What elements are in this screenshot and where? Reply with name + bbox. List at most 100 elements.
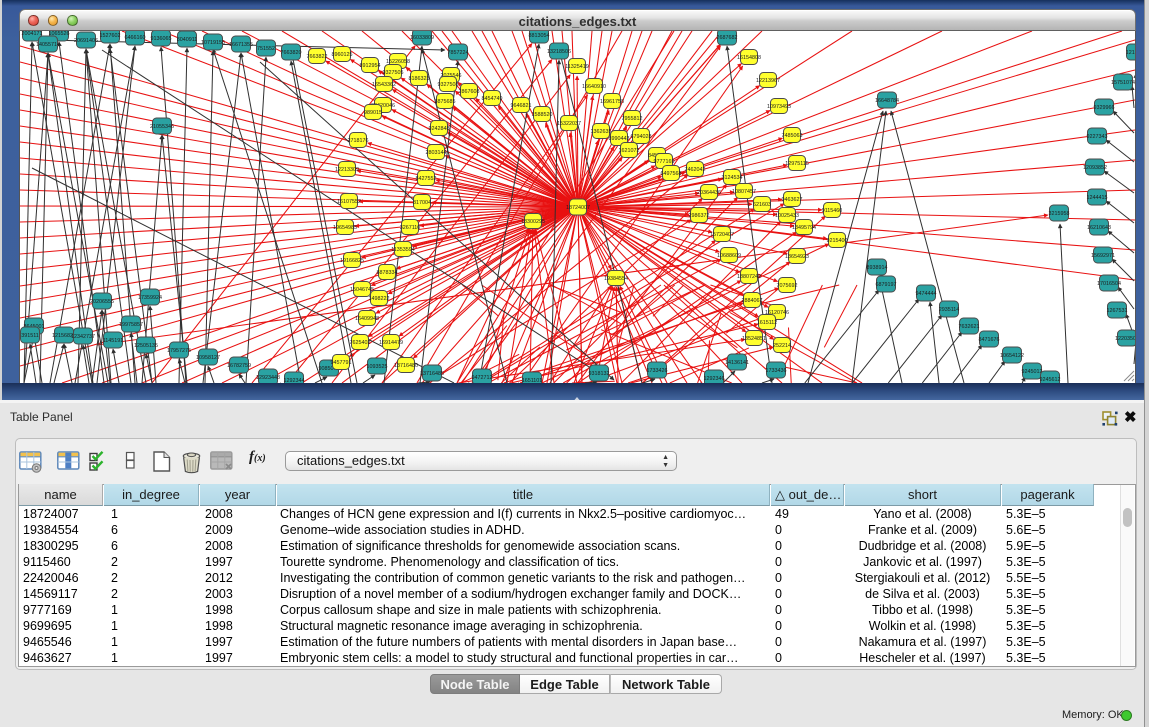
svg-text:1244415: 1244415 [1087,195,1108,201]
svg-text:16782759: 16782759 [227,363,251,369]
svg-text:8813054: 8813054 [529,33,550,39]
svg-text:16640910: 16640910 [582,84,606,90]
svg-text:13716480: 13716480 [394,363,418,369]
svg-text:12213309: 12213309 [335,167,359,173]
svg-text:8960125: 8960125 [332,52,353,58]
svg-text:18300295: 18300295 [521,219,545,225]
svg-text:2803144: 2803144 [426,150,447,156]
svg-text:1267531: 1267531 [1107,308,1128,314]
svg-text:9777169: 9777169 [654,159,675,165]
svg-text:1733436: 1733436 [766,368,787,374]
svg-text:3875685: 3875685 [435,99,456,105]
svg-text:9136065: 9136065 [151,36,172,42]
svg-text:2884067: 2884067 [742,298,763,304]
svg-text:9463627: 9463627 [782,197,803,203]
svg-text:6879197: 6879197 [876,282,897,288]
svg-text:15046745: 15046745 [350,287,374,293]
svg-text:12203504: 12203504 [1115,336,1135,342]
svg-text:8938914: 8938914 [867,265,888,271]
svg-text:7075692: 7075692 [777,283,798,289]
svg-text:7625402: 7625402 [350,340,371,346]
svg-text:16648784: 16648784 [875,98,899,104]
svg-text:2718176: 2718176 [348,138,369,144]
svg-text:16107552: 16107552 [337,199,361,205]
svg-text:8186323: 8186323 [409,76,430,82]
svg-text:7462042: 7462042 [685,167,706,173]
svg-text:751552: 751552 [257,46,275,52]
svg-text:8471676: 8471676 [979,337,1000,343]
svg-text:16543362: 16543362 [372,82,396,88]
svg-text:9242848: 9242848 [429,126,450,132]
svg-text:17359924: 17359924 [138,295,162,301]
svg-text:19975857: 19975857 [119,322,143,328]
svg-text:20691406: 20691406 [74,38,98,44]
svg-text:9215400: 9215400 [827,238,848,244]
svg-text:10025433: 10025433 [775,213,799,219]
svg-text:9457791: 9457791 [331,360,352,366]
svg-text:16210643: 16210643 [1087,225,1111,231]
svg-text:817004: 817004 [413,200,431,206]
svg-text:10719155: 10719155 [201,40,225,46]
svg-text:16033809: 16033809 [410,35,434,41]
svg-text:16961758: 16961758 [600,99,624,105]
svg-text:3267110: 3267110 [400,225,421,231]
svg-text:8427552: 8427552 [416,176,437,182]
svg-text:989015: 989015 [364,110,382,116]
svg-text:10958127: 10958127 [196,355,220,361]
svg-text:15226058: 15226058 [386,59,410,65]
svg-text:1292346: 1292346 [704,376,725,382]
svg-text:1212711: 1212711 [1126,50,1135,56]
svg-text:1588520: 1588520 [532,112,553,118]
svg-text:15322037: 15322037 [557,121,581,127]
svg-text:16409948: 16409948 [355,316,379,322]
svg-text:16154808: 16154808 [737,55,761,61]
svg-text:15692971: 15692971 [1091,253,1115,259]
svg-text:8912954: 8912954 [360,63,381,69]
svg-text:3124534: 3124534 [722,175,743,181]
svg-text:2986372: 2986372 [689,213,710,219]
svg-text:1615112: 1615112 [757,320,778,326]
svg-text:9245612: 9245612 [1040,377,1061,383]
svg-text:621603: 621603 [753,202,771,208]
svg-text:9318132: 9318132 [589,371,610,377]
svg-text:2867608: 2867608 [459,89,480,95]
svg-text:9227343: 9227343 [1087,134,1108,140]
svg-text:13524851: 13524851 [742,336,766,342]
svg-text:10654122: 10654122 [1000,353,1024,359]
svg-text:21055346: 21055346 [150,124,174,130]
svg-text:19166825: 19166825 [340,258,364,264]
svg-text:12093852: 12093852 [1083,165,1107,171]
svg-text:6794028: 6794028 [631,134,652,140]
svg-text:18724007: 18724007 [566,205,590,211]
svg-text:20206555: 20206555 [90,299,114,305]
svg-text:13495794: 13495794 [792,225,816,231]
svg-text:18807249: 18807249 [737,274,761,280]
svg-text:9327505: 9327505 [383,70,404,76]
svg-text:12923448: 12923448 [256,375,280,381]
svg-text:1621072: 1621072 [619,148,640,154]
svg-text:10688609: 10688609 [717,253,741,259]
svg-text:3215958: 3215958 [1049,211,1070,217]
svg-text:10807457: 10807457 [732,189,756,195]
svg-text:1145191: 1145191 [103,338,124,344]
svg-text:14136141: 14136141 [725,360,749,366]
svg-text:16914479: 16914479 [379,340,403,346]
svg-text:7485063: 7485063 [782,133,803,139]
svg-text:2004171: 2004171 [22,31,43,37]
svg-text:14055714: 14055714 [36,42,60,48]
svg-text:1362635: 1362635 [591,129,612,135]
svg-text:13218506: 13218506 [547,49,571,55]
svg-text:8878334: 8878334 [377,270,398,276]
svg-text:16671355: 16671355 [229,42,253,48]
svg-text:9327508: 9327508 [438,82,459,88]
svg-text:1733426: 1733426 [647,368,668,374]
svg-text:1527602: 1527602 [100,33,121,39]
svg-text:391511: 391511 [21,333,39,339]
svg-text:7663820: 7663820 [281,50,302,56]
svg-text:9646821: 9646821 [511,103,532,109]
svg-text:1093525: 1093525 [367,364,388,370]
svg-text:20364436: 20364436 [697,190,721,196]
svg-text:2687682: 2687682 [717,35,738,41]
svg-text:19654985: 19654985 [333,225,357,231]
svg-text:12505135: 12505135 [134,343,158,349]
